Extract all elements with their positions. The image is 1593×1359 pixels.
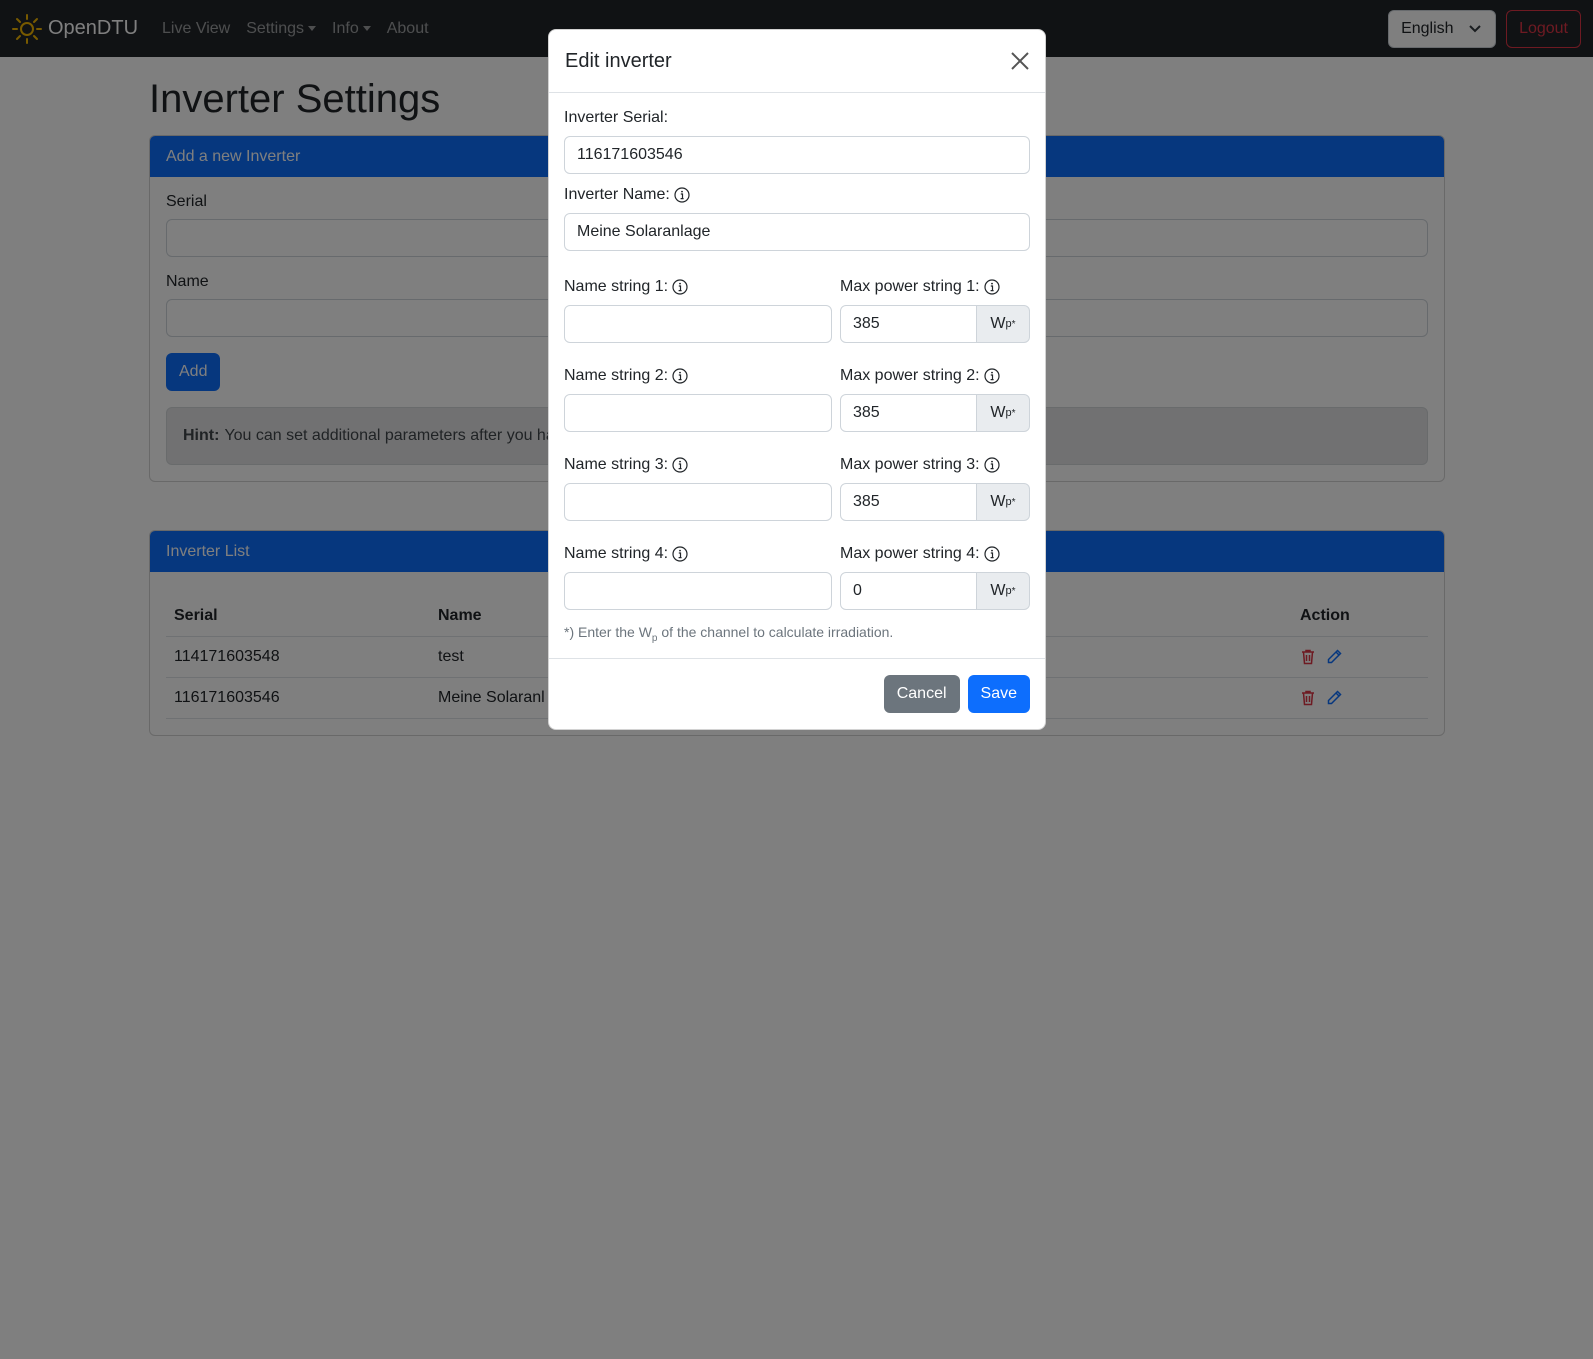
max-power-label: Max power string 3: — [840, 456, 1030, 474]
max-power-input[interactable]: 0 — [840, 572, 977, 610]
modal-footer: Cancel Save — [549, 657, 1045, 729]
max-power-input[interactable]: 385 — [840, 483, 977, 521]
name-string-label: Name string 2: — [564, 367, 832, 385]
label-text: Name string 2: — [564, 367, 669, 384]
name-string-label: Name string 3: — [564, 456, 832, 474]
edit-inverter-modal: Edit inverter Inverter Serial: 116171603… — [548, 29, 1046, 730]
string-row: Name string 2: Max power string 2: 385 W… — [564, 367, 1030, 432]
unit-sup: * — [1011, 585, 1016, 597]
unit-sup: * — [1011, 496, 1016, 508]
string-row: Name string 1: Max power string 1: 385 W… — [564, 278, 1030, 343]
inverter-serial-input[interactable]: 116171603546 — [564, 136, 1030, 174]
max-power-input[interactable]: 385 — [840, 394, 977, 432]
label-text: Name string 1: — [564, 278, 669, 295]
modal-header: Edit inverter — [549, 30, 1045, 93]
note-prefix: *) Enter the W — [564, 624, 652, 640]
unit-main: W — [990, 404, 1006, 421]
info-icon[interactable] — [672, 368, 688, 384]
label-text: Max power string 2: — [840, 367, 980, 384]
label-text: Max power string 1: — [840, 278, 980, 295]
unit-sup: * — [1011, 318, 1016, 330]
name-string-label: Name string 1: — [564, 278, 832, 296]
close-icon[interactable] — [1011, 52, 1029, 70]
name-string-input[interactable] — [564, 305, 832, 343]
inverter-name-label: Inverter Name: — [564, 186, 1030, 204]
note-sub: p — [651, 632, 658, 644]
info-icon[interactable] — [672, 457, 688, 473]
irradiation-note: *) Enter the Wp of the channel to calcul… — [564, 624, 1030, 644]
unit-wp: Wp * — [977, 305, 1030, 343]
info-icon[interactable] — [984, 279, 1000, 295]
unit-main: W — [990, 582, 1006, 599]
modal-body: Inverter Serial: 116171603546 Inverter N… — [549, 93, 1045, 658]
label-text: Name string 3: — [564, 456, 669, 473]
note-suffix: of the channel to calculate irradiation. — [661, 624, 894, 640]
label-text: Max power string 3: — [840, 456, 980, 473]
name-string-label: Name string 4: — [564, 545, 832, 563]
info-icon[interactable] — [674, 187, 690, 203]
string-row: Name string 3: Max power string 3: 385 W… — [564, 456, 1030, 521]
name-string-input[interactable] — [564, 483, 832, 521]
unit-main: W — [990, 315, 1006, 332]
name-string-input[interactable] — [564, 572, 832, 610]
save-button[interactable]: Save — [967, 674, 1030, 713]
info-icon[interactable] — [984, 368, 1000, 384]
unit-wp: Wp * — [977, 394, 1030, 432]
max-power-label: Max power string 1: — [840, 278, 1030, 296]
info-icon[interactable] — [984, 457, 1000, 473]
string-row: Name string 4: Max power string 4: 0 Wp * — [564, 545, 1030, 610]
inverter-serial-label: Inverter Serial: — [564, 109, 1030, 127]
info-icon[interactable] — [984, 546, 1000, 562]
unit-sup: * — [1011, 407, 1016, 419]
modal-title: Edit inverter — [565, 49, 672, 72]
max-power-label: Max power string 2: — [840, 367, 1030, 385]
inverter-name-input[interactable]: Meine Solaranlage — [564, 213, 1030, 251]
unit-main: W — [990, 493, 1006, 510]
label-text: Max power string 4: — [840, 545, 980, 562]
max-power-input[interactable]: 385 — [840, 305, 977, 343]
name-string-input[interactable] — [564, 394, 832, 432]
unit-wp: Wp * — [977, 483, 1030, 521]
label-text: Inverter Serial: — [564, 109, 669, 126]
label-text: Name string 4: — [564, 545, 669, 562]
info-icon[interactable] — [672, 279, 688, 295]
unit-wp: Wp * — [977, 572, 1030, 610]
max-power-label: Max power string 4: — [840, 545, 1030, 563]
cancel-button[interactable]: Cancel — [883, 674, 960, 713]
label-text: Inverter Name: — [564, 186, 670, 203]
info-icon[interactable] — [672, 546, 688, 562]
